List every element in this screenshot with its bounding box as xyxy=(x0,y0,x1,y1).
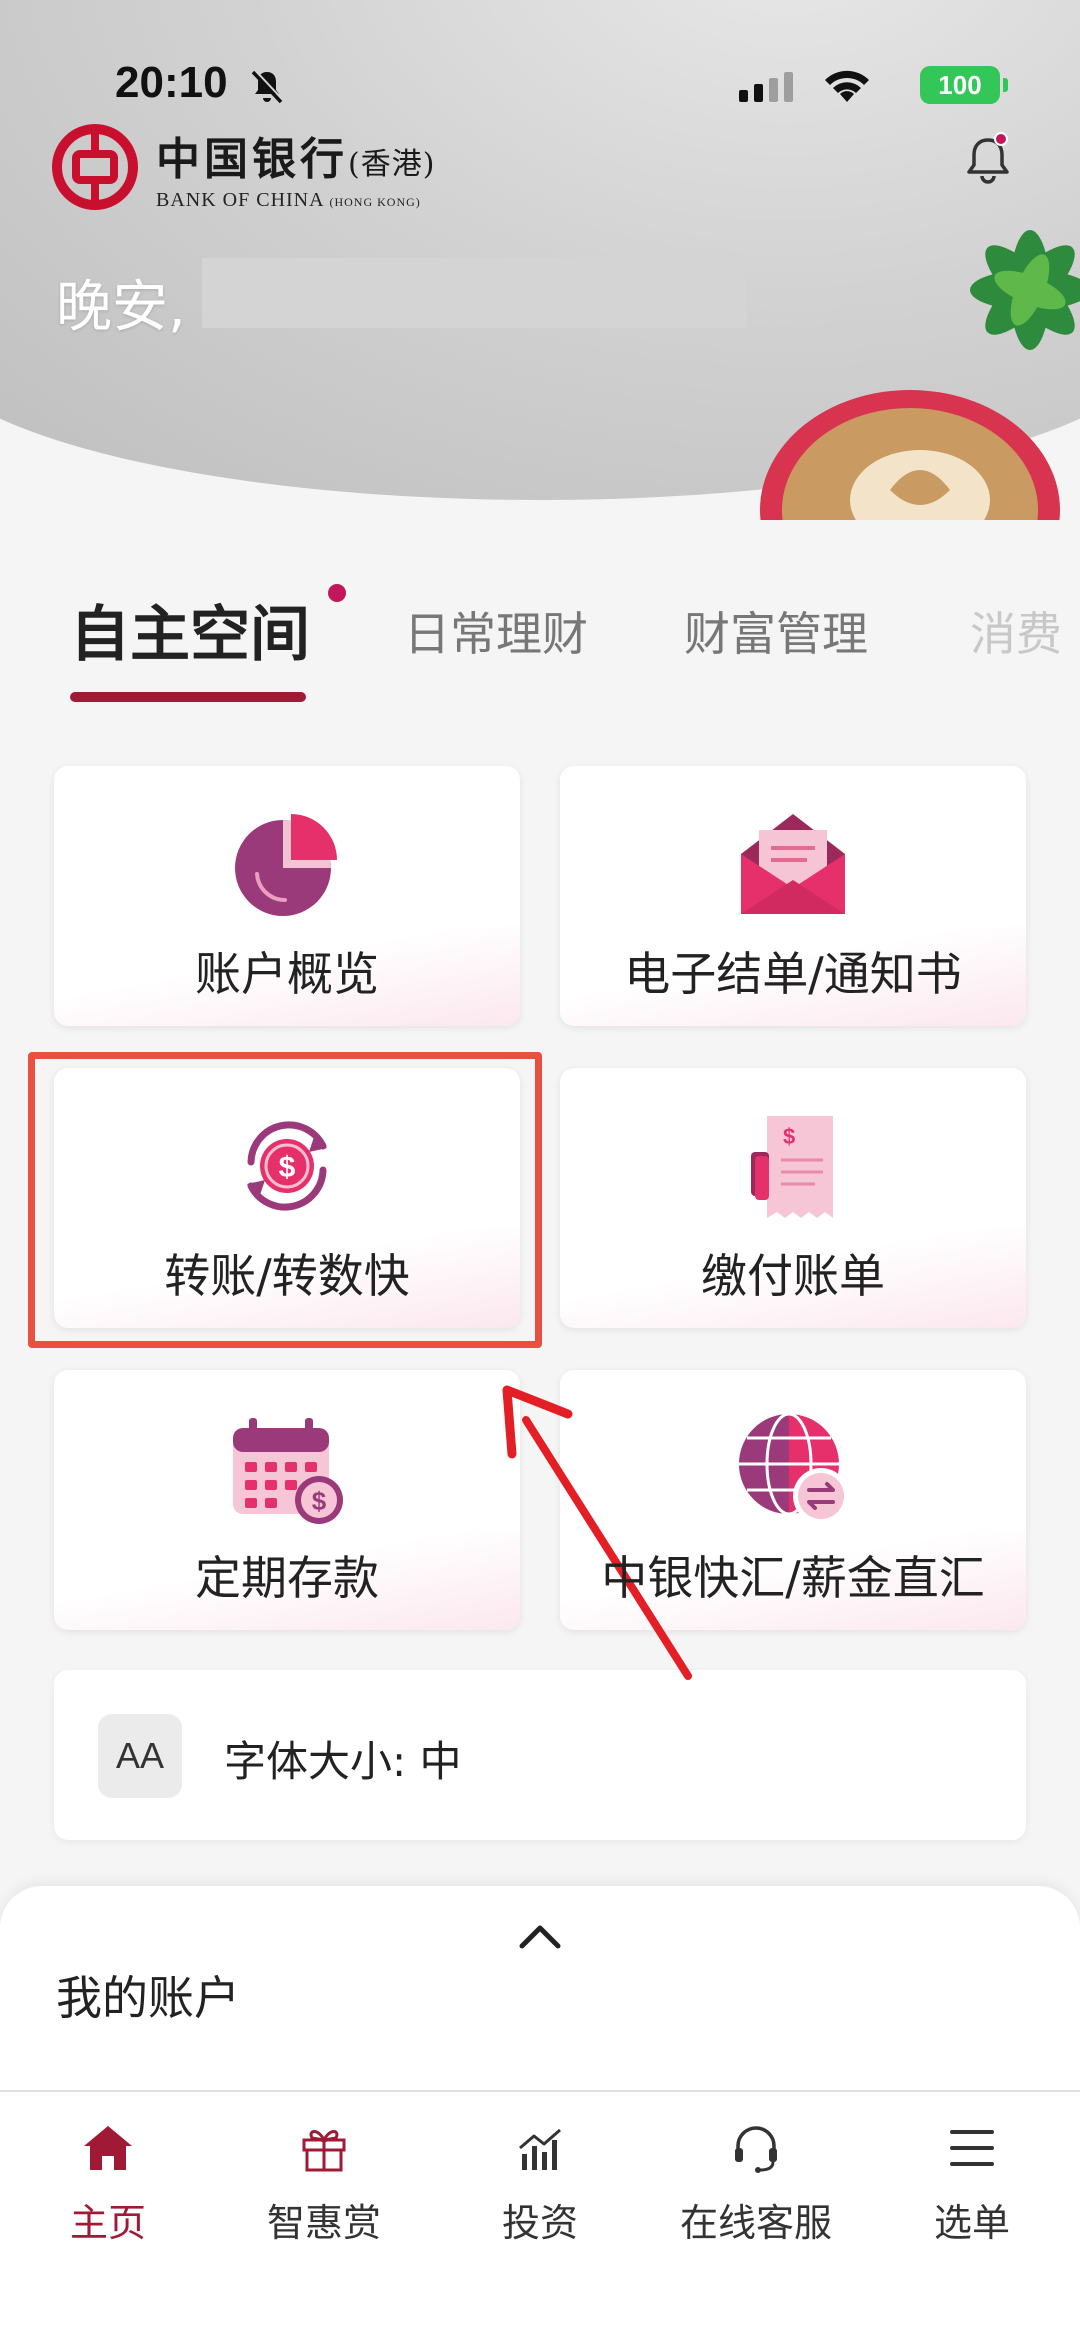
wifi-icon xyxy=(825,70,869,102)
tile-time-deposit[interactable]: $ 定期存款 xyxy=(54,1370,520,1630)
tile-label: 定期存款 xyxy=(195,1551,379,1605)
chevron-up-icon[interactable] xyxy=(516,1920,564,1952)
nav-item-menu[interactable]: 选单 xyxy=(864,2118,1080,2247)
investment-chart-icon xyxy=(519,2128,561,2170)
dollar-transfer-icon: $ xyxy=(247,1121,327,1211)
svg-text:$: $ xyxy=(783,1124,795,1149)
nav-label: 智惠赏 xyxy=(266,2201,381,2245)
status-bar: 20:10 100 xyxy=(115,58,1008,118)
nav-item-rewards[interactable]: 智惠赏 xyxy=(216,2118,432,2247)
greeting-text: 晚安, xyxy=(56,275,186,340)
tile-remittance-payroll[interactable]: 中银快汇/薪金直汇 xyxy=(560,1370,1026,1630)
tile-label: 账户概览 xyxy=(195,947,379,1001)
nav-item-invest[interactable]: 投资 xyxy=(432,2118,648,2247)
notification-badge xyxy=(994,132,1008,146)
status-time: 20:10 xyxy=(115,58,228,107)
pie-chart-icon xyxy=(235,814,337,916)
active-tab-indicator xyxy=(70,692,306,702)
font-size-icon: AA xyxy=(98,1714,182,1798)
tile-account-overview[interactable]: 账户概览 xyxy=(54,766,520,1026)
svg-text:$: $ xyxy=(279,1151,296,1184)
tile-label: 中银快汇/薪金直汇 xyxy=(601,1551,985,1605)
cellular-signal-icon xyxy=(739,72,793,102)
tile-label: 转账/转数快 xyxy=(164,1249,410,1303)
nav-item-online-service[interactable]: 在线客服 xyxy=(648,2118,864,2247)
nav-item-home[interactable]: 主页 xyxy=(0,2118,216,2247)
tile-e-statements[interactable]: 电子结单/通知书 xyxy=(560,766,1026,1026)
tab-consumer[interactable]: 消费 xyxy=(970,598,1062,664)
nav-label: 选单 xyxy=(933,2201,1010,2245)
brand-region-en: (HONG KONG) xyxy=(329,194,421,209)
brand-region-cn: (香港) xyxy=(348,146,436,182)
menu-icon xyxy=(950,2130,994,2166)
tile-label: 缴付账单 xyxy=(701,1249,885,1303)
envelope-icon xyxy=(741,814,845,914)
home-icon xyxy=(84,2126,132,2170)
tile-label: 电子结单/通知书 xyxy=(624,947,962,1001)
hero-header: 20:10 100 中国银行(香港) BANK OF CHINA (HONG K… xyxy=(0,0,1080,520)
mute-icon xyxy=(251,69,284,104)
category-tabs: 自主空间 日常理财 财富管理 消费 xyxy=(0,580,1080,702)
brand-name-en: BANK OF CHINA xyxy=(156,188,324,211)
tile-pay-bills[interactable]: $ 缴付账单 xyxy=(560,1068,1026,1328)
font-size-label: 字体大小: 中 xyxy=(224,1737,462,1786)
svg-text:$: $ xyxy=(312,1486,327,1516)
my-accounts-sheet[interactable]: 我的账户 xyxy=(0,1886,1080,2096)
bottom-navigation: 主页 智惠赏 投资 在线客服 选单 xyxy=(0,2090,1080,2348)
brand-name-cn: 中国银行 xyxy=(156,133,348,185)
brand-logo: 中国银行(香港) BANK OF CHINA (HONG KONG) xyxy=(52,122,435,212)
nav-label: 主页 xyxy=(69,2201,146,2245)
battery-indicator: 100 xyxy=(920,66,1008,104)
headset-icon xyxy=(735,2126,777,2173)
tab-daily-finance[interactable]: 日常理财 xyxy=(404,598,588,664)
tab-self-service[interactable]: 自主空间 xyxy=(70,586,310,673)
nav-label: 投资 xyxy=(501,2201,578,2245)
my-accounts-title: 我的账户 xyxy=(56,1971,240,2025)
font-size-setting[interactable]: AA 字体大小: 中 xyxy=(54,1670,1026,1840)
tab-wealth-management[interactable]: 财富管理 xyxy=(684,598,868,664)
coffee-cup-decoration xyxy=(760,390,1060,520)
globe-exchange-icon xyxy=(739,1412,849,1524)
tab-notification-dot xyxy=(328,584,346,602)
gift-icon xyxy=(302,2130,346,2172)
redacted-username xyxy=(202,258,746,328)
nav-label: 在线客服 xyxy=(679,2201,832,2245)
boc-logo-icon xyxy=(52,124,138,210)
calendar-deposit-icon: $ xyxy=(233,1418,343,1524)
bill-icon: $ xyxy=(751,1116,833,1218)
